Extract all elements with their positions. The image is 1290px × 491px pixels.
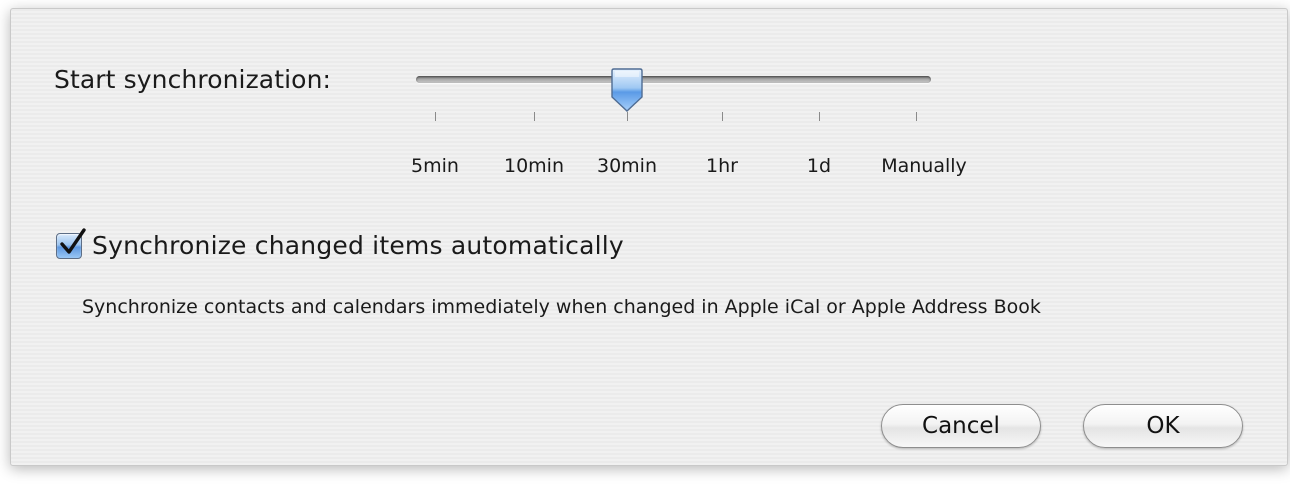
auto-sync-checkbox-row[interactable]: Synchronize changed items automatically bbox=[56, 227, 624, 260]
slider-option-label: 5min bbox=[411, 155, 459, 177]
slider-option-label: 1d bbox=[806, 155, 832, 177]
slider-tick bbox=[722, 112, 723, 121]
auto-sync-description: Synchronize contacts and calendars immed… bbox=[82, 296, 1041, 318]
auto-sync-checkbox[interactable] bbox=[56, 227, 86, 259]
slider-option-label: 30min bbox=[596, 155, 657, 177]
ok-button[interactable]: OK bbox=[1083, 404, 1243, 448]
slider-track[interactable] bbox=[416, 76, 931, 83]
slider-option-label: 10min bbox=[503, 155, 564, 177]
slider-tick bbox=[435, 112, 436, 121]
slider-tick bbox=[627, 112, 628, 121]
slider-tick bbox=[916, 112, 917, 121]
checkmark-icon bbox=[60, 227, 86, 254]
slider-option-label: 1hr bbox=[706, 155, 738, 177]
slider-thumb[interactable] bbox=[610, 67, 644, 113]
slider-tick bbox=[819, 112, 820, 121]
auto-sync-label[interactable]: Synchronize changed items automatically bbox=[92, 231, 624, 260]
sync-preferences-dialog: Start synchronization: 5min 10min 30min … bbox=[10, 8, 1288, 466]
sync-interval-slider[interactable]: 5min 10min 30min 1hr 1d Manually bbox=[411, 67, 967, 177]
slider-option-label: Manually bbox=[881, 155, 967, 177]
slider-tick bbox=[534, 112, 535, 121]
cancel-button[interactable]: Cancel bbox=[881, 404, 1041, 448]
start-sync-label: Start synchronization: bbox=[54, 65, 332, 94]
